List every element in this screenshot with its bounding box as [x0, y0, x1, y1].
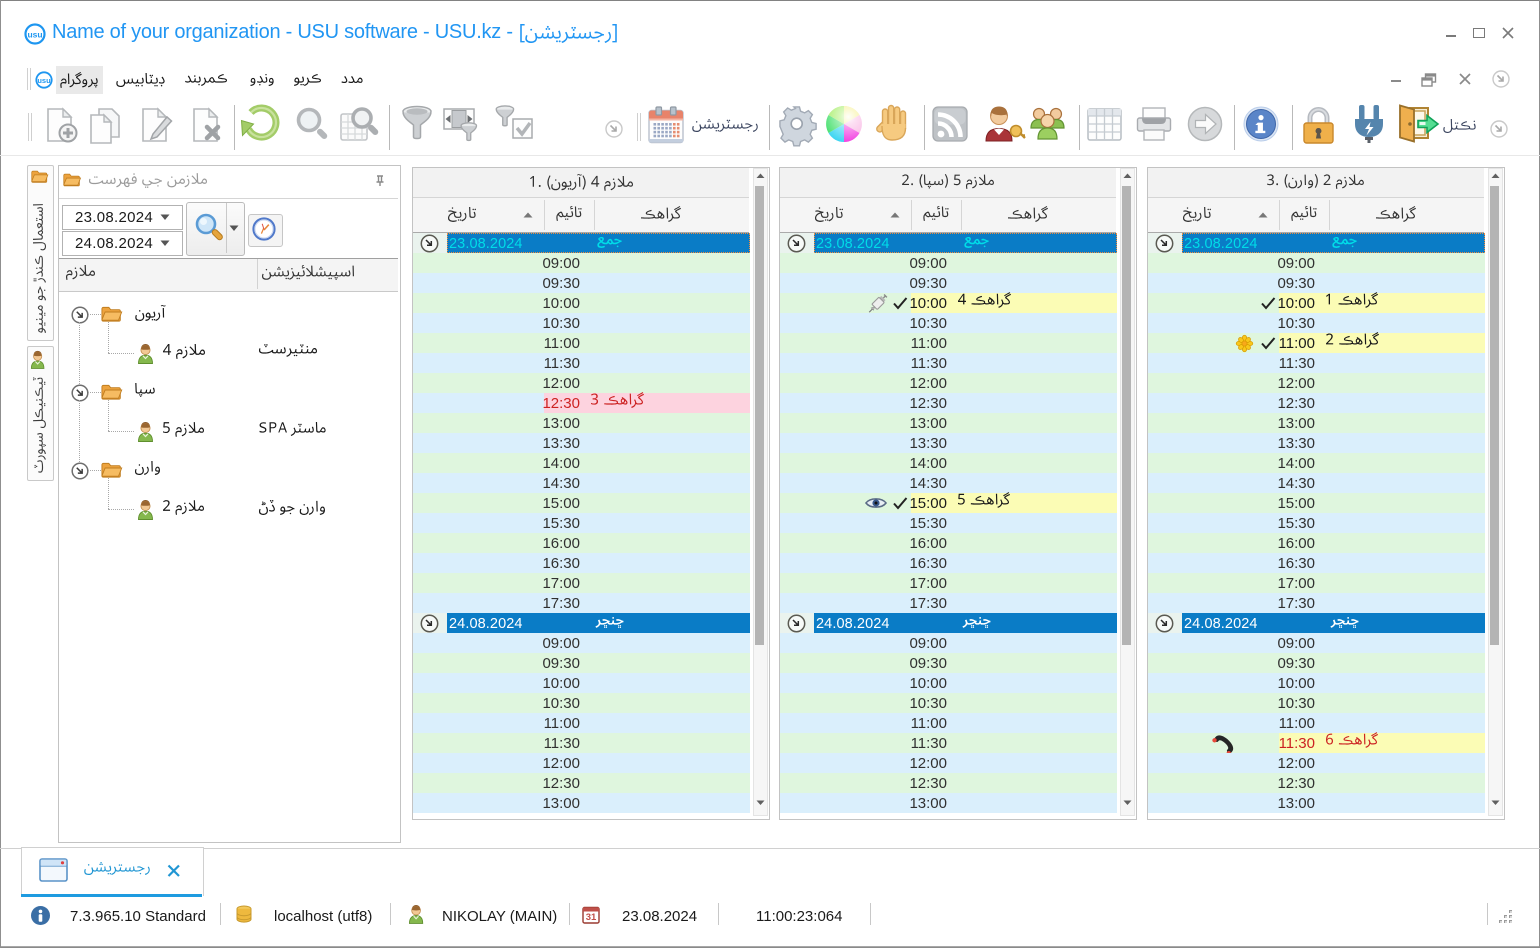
svg-text:usu: usu: [37, 76, 51, 85]
svg-text:usu: usu: [27, 30, 42, 40]
svg-text:31: 31: [586, 912, 597, 923]
